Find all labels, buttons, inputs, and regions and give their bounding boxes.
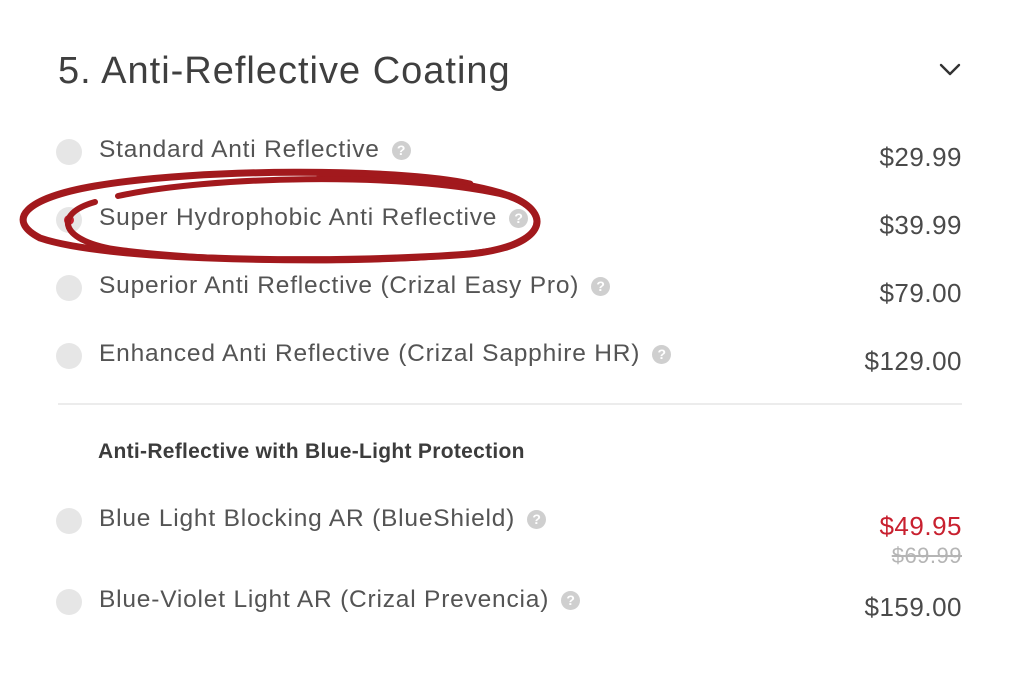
option-price: $129.00 <box>864 346 962 376</box>
option-label: Blue Light Blocking AR (BlueShield)? <box>99 505 547 533</box>
help-icon[interactable]: ? <box>561 591 581 610</box>
section-title: 5. Anti-Reflective Coating <box>58 50 511 92</box>
option-label: Blue-Violet Light AR (Crizal Prevencia)? <box>99 586 581 614</box>
option-price: $159.00 <box>864 592 962 622</box>
option-label: Enhanced Anti Reflective (Crizal Sapphir… <box>99 340 672 368</box>
radio-button-selected[interactable] <box>56 207 82 233</box>
option-super-hydrophobic-anti-reflective[interactable]: Super Hydrophobic Anti Reflective? $39.9… <box>56 204 962 244</box>
option-blue-violet-light-ar[interactable]: Blue-Violet Light AR (Crizal Prevencia)?… <box>56 586 962 626</box>
section-divider <box>58 403 962 405</box>
radio-button[interactable] <box>56 139 82 165</box>
option-price: $79.00 <box>879 278 962 308</box>
radio-button[interactable] <box>56 275 82 301</box>
sale-price: $49.95 <box>879 511 962 541</box>
help-icon[interactable]: ? <box>391 141 411 160</box>
option-superior-anti-reflective[interactable]: Superior Anti Reflective (Crizal Easy Pr… <box>56 272 962 312</box>
option-blue-light-blocking-ar[interactable]: Blue Light Blocking AR (BlueShield)? $49… <box>56 505 962 568</box>
chevron-down-icon[interactable] <box>938 60 962 80</box>
option-label: Standard Anti Reflective? <box>99 136 411 164</box>
option-label: Superior Anti Reflective (Crizal Easy Pr… <box>99 272 611 300</box>
radio-button[interactable] <box>56 589 82 615</box>
option-price: $29.99 <box>879 142 962 172</box>
help-icon[interactable]: ? <box>527 510 547 529</box>
help-icon[interactable]: ? <box>652 345 672 364</box>
option-label: Super Hydrophobic Anti Reflective? <box>99 204 529 232</box>
option-standard-anti-reflective[interactable]: Standard Anti Reflective? $29.99 <box>56 136 962 176</box>
option-price: $39.99 <box>879 210 962 240</box>
help-icon[interactable]: ? <box>591 277 611 296</box>
radio-button[interactable] <box>56 343 82 369</box>
help-icon[interactable]: ? <box>509 209 529 228</box>
radio-button[interactable] <box>56 508 82 534</box>
option-enhanced-anti-reflective[interactable]: Enhanced Anti Reflective (Crizal Sapphir… <box>56 340 962 380</box>
group-heading: Anti-Reflective with Blue-Light Protecti… <box>98 440 525 463</box>
original-price: $69.99 <box>891 543 962 568</box>
